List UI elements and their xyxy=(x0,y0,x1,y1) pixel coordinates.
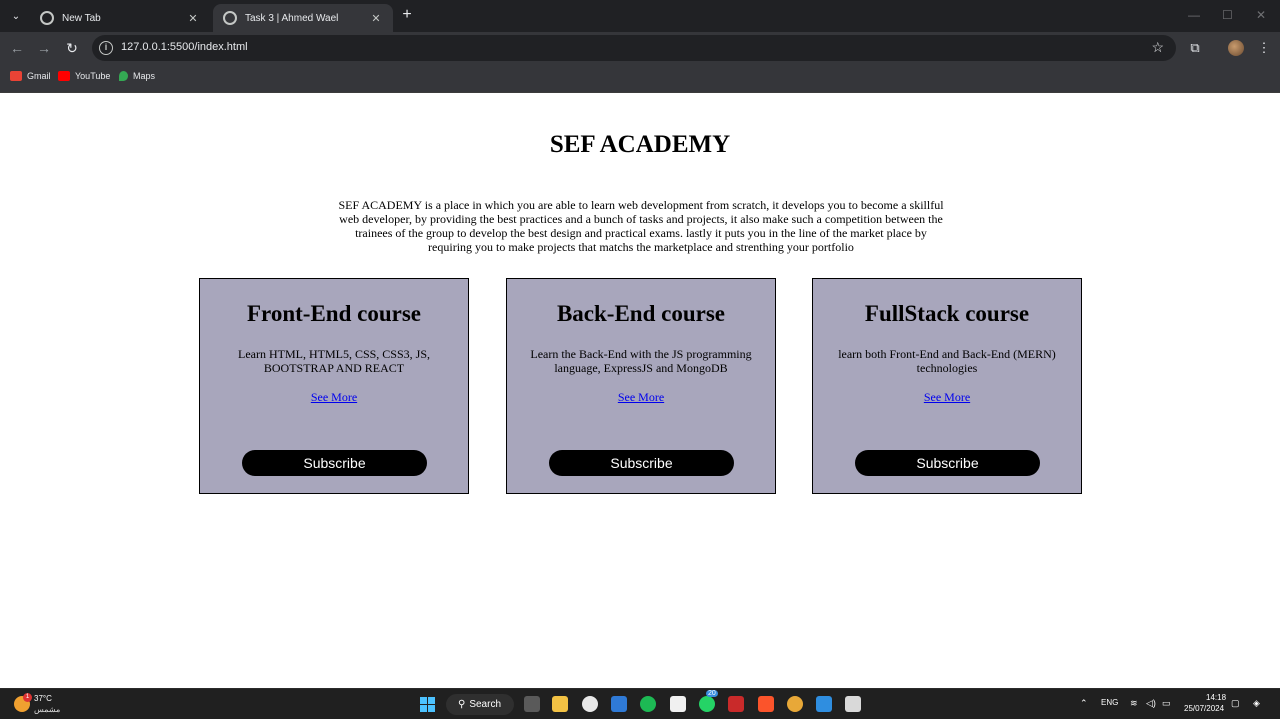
course-card-fullstack: FullStack course learn both Front-End an… xyxy=(812,278,1082,494)
app-icon[interactable] xyxy=(728,696,744,712)
card-heading: Back-End course xyxy=(556,301,726,326)
bookmark-youtube[interactable]: YouTube xyxy=(58,71,110,81)
tab-search-button[interactable]: ⌄ xyxy=(6,6,26,26)
close-tab-icon[interactable]: ✕ xyxy=(186,12,200,25)
close-tab-icon[interactable]: ✕ xyxy=(369,12,383,25)
brave-icon[interactable] xyxy=(758,696,774,712)
page-title: SEF ACADEMY xyxy=(549,131,731,158)
gmail-icon xyxy=(10,71,22,81)
search-label: Search xyxy=(469,699,502,710)
see-more-link[interactable]: See More xyxy=(813,390,1081,405)
new-tab-button[interactable]: + xyxy=(398,6,416,24)
globe-icon xyxy=(223,11,237,25)
windows-start-icon[interactable] xyxy=(420,697,435,712)
tab-task-3[interactable]: Task 3 | Ahmed Wael ✕ xyxy=(213,4,393,32)
xbox-icon[interactable] xyxy=(582,696,598,712)
card-description: learn both Front-End and Back-End (MERN)… xyxy=(838,347,1056,375)
site-info-icon[interactable]: i xyxy=(99,41,113,55)
task-view-icon[interactable] xyxy=(524,696,540,712)
see-more-link[interactable]: See More xyxy=(200,390,468,405)
notepad-icon[interactable] xyxy=(670,696,686,712)
weather-description: مشمس xyxy=(34,705,61,714)
volume-icon[interactable]: ◁) xyxy=(1146,698,1156,709)
card-heading: Front-End course xyxy=(247,301,421,326)
bookmark-label: Gmail xyxy=(27,71,51,81)
tray-chevron-icon[interactable]: ⌃ xyxy=(1080,698,1088,709)
tab-strip: ⌄ New Tab ✕ Task 3 | Ahmed Wael ✕ + — ☐ … xyxy=(0,0,1280,32)
web-page: SEF ACADEMY SEF ACADEMY is a place in wh… xyxy=(0,93,1280,688)
url-text[interactable]: 127.0.0.1:5500/index.html xyxy=(121,41,248,53)
weather-badge: 1 xyxy=(23,693,32,702)
bookmark-gmail[interactable]: Gmail xyxy=(10,71,51,81)
clock-time[interactable]: 14:18 xyxy=(1206,693,1226,702)
taskbar: 1 37°C مشمس ⚲ Search 20 ⌃ ENG ≋ ◁) ▭ 14:… xyxy=(0,688,1280,719)
minimize-icon[interactable]: — xyxy=(1188,8,1200,22)
clock-date[interactable]: 25/07/2024 xyxy=(1184,704,1224,713)
profile-avatar[interactable] xyxy=(1228,40,1244,56)
spotify-icon[interactable] xyxy=(640,696,656,712)
address-bar[interactable]: i 127.0.0.1:5500/index.html ☆ xyxy=(92,35,1176,61)
subscribe-button[interactable]: Subscribe xyxy=(549,450,734,476)
menu-icon[interactable]: ⋮ xyxy=(1255,39,1273,57)
bookmark-maps[interactable]: Maps xyxy=(119,71,155,81)
notification-icon[interactable]: ▢ xyxy=(1231,698,1240,709)
card-description: Learn HTML, HTML5, CSS, CSS3, JS, BOOTST… xyxy=(237,347,431,375)
wifi-icon[interactable]: ≋ xyxy=(1130,698,1138,709)
reload-icon[interactable]: ↻ xyxy=(63,39,81,57)
bookmark-star-icon[interactable]: ☆ xyxy=(1151,39,1164,56)
bookmarks-bar: Gmail YouTube Maps xyxy=(0,64,1280,93)
extensions-icon[interactable]: ⧉ xyxy=(1186,39,1204,57)
maximize-icon[interactable]: ☐ xyxy=(1222,8,1233,22)
maps-icon xyxy=(119,71,128,81)
search-icon: ⚲ xyxy=(458,699,466,710)
vscode-icon[interactable] xyxy=(816,696,832,712)
store-icon[interactable] xyxy=(611,696,627,712)
browser-toolbar: ← → ↻ i 127.0.0.1:5500/index.html ☆ ⧉ ⋮ xyxy=(0,32,1280,64)
weather-temperature: 37°C xyxy=(34,694,52,703)
close-window-icon[interactable]: ✕ xyxy=(1256,8,1266,22)
file-explorer-icon[interactable] xyxy=(552,696,568,712)
tab-title: Task 3 | Ahmed Wael xyxy=(245,12,339,24)
subscribe-button[interactable]: Subscribe xyxy=(242,450,427,476)
chrome-icon xyxy=(40,11,54,25)
copilot-icon[interactable]: ◈ xyxy=(1253,698,1260,709)
forward-icon[interactable]: → xyxy=(35,39,53,57)
chrome-icon[interactable] xyxy=(787,696,803,712)
whatsapp-icon[interactable] xyxy=(699,696,715,712)
whatsapp-badge: 20 xyxy=(706,690,718,697)
language-indicator[interactable]: ENG xyxy=(1101,698,1118,707)
youtube-icon xyxy=(58,71,70,81)
snipping-tool-icon[interactable] xyxy=(845,696,861,712)
intro-paragraph: SEF ACADEMY is a place in which you are … xyxy=(338,198,944,254)
bookmark-label: YouTube xyxy=(75,71,111,81)
tab-title: New Tab xyxy=(62,12,101,24)
tab-new-tab[interactable]: New Tab ✕ xyxy=(30,4,210,32)
course-card-front-end: Front-End course Learn HTML, HTML5, CSS,… xyxy=(199,278,469,494)
see-more-link[interactable]: See More xyxy=(507,390,775,405)
course-card-back-end: Back-End course Learn the Back-End with … xyxy=(506,278,776,494)
taskbar-search[interactable]: ⚲ Search xyxy=(446,694,514,715)
bookmark-label: Maps xyxy=(133,71,156,81)
card-description: Learn the Back-End with the JS programmi… xyxy=(530,347,752,375)
back-icon[interactable]: ← xyxy=(8,39,26,57)
subscribe-button[interactable]: Subscribe xyxy=(855,450,1040,476)
battery-icon[interactable]: ▭ xyxy=(1162,698,1171,709)
card-heading: FullStack course xyxy=(864,301,1030,326)
